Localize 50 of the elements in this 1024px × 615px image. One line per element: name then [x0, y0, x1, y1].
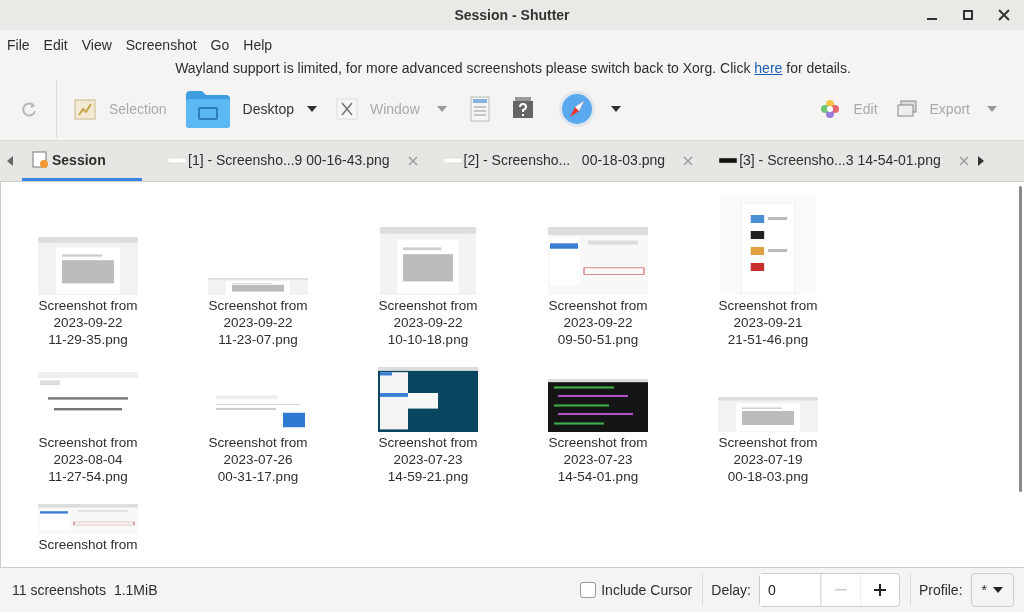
checkbox-label[interactable]: Include Cursor: [601, 582, 693, 598]
menu-item[interactable]: View: [76, 37, 117, 53]
caret-icon[interactable]: [609, 105, 622, 113]
menu-item[interactable]: Help: [238, 37, 278, 53]
profile-dropdown[interactable]: *: [970, 573, 1014, 607]
scrollbar[interactable]: [1019, 186, 1022, 492]
tab[interactable]: [1] - Screensho...9 00-16-43.png: [158, 141, 400, 181]
details-link[interactable]: here: [754, 60, 783, 76]
export-icon: [895, 99, 918, 119]
menu-item[interactable]: Go: [205, 37, 235, 53]
delay-field[interactable]: 0: [758, 573, 900, 607]
edit-icon: [819, 98, 842, 120]
file-name: Screenshot from 2023-09-22 11-23-07.png: [207, 297, 309, 348]
menu-item[interactable]: File: [2, 37, 35, 53]
screenshot-count: 11 screenshots: [12, 582, 106, 598]
caret-icon: [993, 587, 1003, 593]
scroll-right-icon[interactable]: [976, 156, 985, 166]
redo-icon: [20, 100, 38, 118]
file-name: Screenshot from 2023-09-22 11-29-35.png: [37, 297, 139, 348]
tab[interactable]: [3] - Screensho...3 14-54-01.png: [709, 141, 951, 181]
session-icon: [32, 150, 50, 169]
menu-icon[interactable]: [469, 96, 490, 122]
compass-icon[interactable]: [557, 90, 596, 128]
window-x-icon: [335, 98, 358, 120]
caret-icon[interactable]: [305, 105, 318, 113]
desktop-button[interactable]: Desktop: [182, 87, 296, 131]
checkbox[interactable]: [580, 582, 597, 598]
file-name: Screenshot from 2023-07-26 00-31-17.png: [207, 434, 309, 485]
file-name: Screenshot from 2023-09-22 09-50-51.png: [547, 297, 649, 348]
file-name: Screenshot from 2023-08-04 11-27-54.png: [37, 434, 139, 485]
selection-icon: [73, 97, 97, 121]
menu-item[interactable]: Screenshot: [120, 37, 202, 53]
scroll-left-icon[interactable]: [6, 156, 14, 166]
menu-item[interactable]: Edit: [38, 37, 73, 53]
file-name: Screenshot from 2023-07-23 14-59-21.png: [377, 434, 479, 485]
delay-label: Delay:: [711, 582, 751, 598]
folder-icon: [184, 89, 231, 129]
profile-label: Profile:: [918, 582, 963, 598]
maximize-icon[interactable]: [962, 9, 974, 21]
window-title: Session - Shutter: [454, 7, 570, 23]
file-name: Screenshot from: [37, 536, 139, 553]
file-name: Screenshot from 2023-09-22 10-10-18.png: [377, 297, 479, 348]
notice-text: Wayland support is limited, for more advanced screenshots please switch back to Xorg. Click here for details.: [175, 60, 851, 78]
plus-icon[interactable]: [873, 584, 886, 596]
close-icon[interactable]: [998, 9, 1010, 21]
total-size: 1.1MiB: [113, 582, 158, 598]
file-name: Screenshot from 2023-07-23 14-54-01.png: [547, 434, 649, 485]
file-name: Screenshot from 2023-07-19 00-18-03.png: [717, 434, 819, 485]
file-name: Screenshot from 2023-09-21 21-51-46.png: [717, 297, 819, 348]
tab[interactable]: [2] - Screensho... 00-18-03.png: [433, 141, 676, 181]
